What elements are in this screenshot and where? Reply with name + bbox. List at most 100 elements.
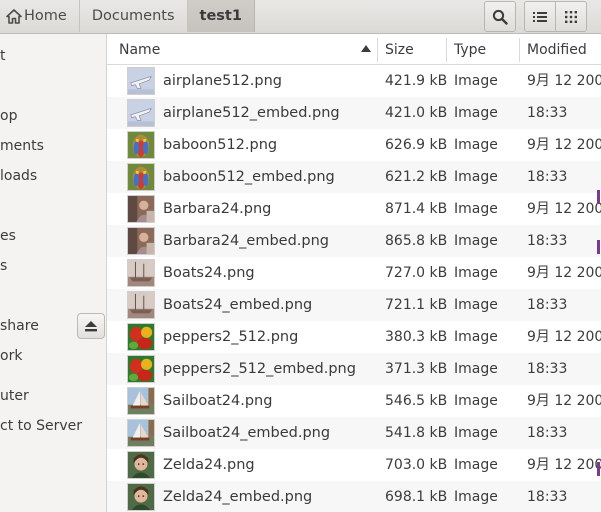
file-name: Barbara24.png (163, 201, 272, 217)
image-thumbnail (127, 355, 155, 383)
file-type: Image (454, 265, 498, 281)
file-name: Boats24_embed.png (163, 297, 313, 313)
breadcrumb: Home Documents test1 (0, 0, 255, 32)
file-row[interactable]: peppers2_512_embed.png 371.3 kB Image 18… (107, 353, 601, 385)
grid-view-button[interactable] (556, 1, 587, 32)
file-size: 621.2 kB (385, 169, 448, 185)
file-size: 865.8 kB (385, 233, 448, 249)
sailboat-thumbnail-image (128, 420, 154, 446)
background-window-edge (597, 462, 600, 476)
file-row[interactable]: Zelda24_embed.png 698.1 kB Image 18:33 (107, 481, 601, 512)
file-row[interactable]: airplane512_embed.png 421.0 kB Image 18:… (107, 97, 601, 129)
column-type[interactable]: Type (454, 34, 486, 64)
file-row[interactable]: Boats24_embed.png 721.1 kB Image 18:33 (107, 289, 601, 321)
sidebar-item-connect-to-server[interactable]: ct to Server (0, 414, 82, 438)
file-type: Image (454, 457, 498, 473)
file-name: peppers2_512.png (163, 329, 299, 345)
file-row[interactable]: Sailboat24.png 546.5 kB Image 9月 12 2008 (107, 385, 601, 417)
sidebar-item-recent[interactable]: t (0, 44, 6, 68)
sidebar-item-desktop[interactable]: op (0, 104, 17, 128)
breadcrumb-home-label: Home (24, 8, 67, 24)
file-modified: 18:33 (527, 233, 568, 249)
file-row[interactable]: Sailboat24_embed.png 541.8 kB Image 18:3… (107, 417, 601, 449)
sidebar-item-network[interactable]: ork (0, 344, 22, 368)
sailboat-thumbnail-image (128, 388, 154, 414)
grid-view-icon (565, 10, 577, 23)
file-name: baboon512_embed.png (163, 169, 335, 185)
file-name: peppers2_512_embed.png (163, 361, 356, 377)
image-thumbnail (127, 291, 155, 319)
boats-thumbnail-image (128, 292, 154, 318)
file-modified: 18:33 (527, 425, 568, 441)
file-row[interactable]: Barbara24_embed.png 865.8 kB Image 18:33 (107, 225, 601, 257)
barbara-thumbnail-image (128, 196, 154, 222)
file-type: Image (454, 201, 498, 217)
image-thumbnail (127, 419, 155, 447)
file-type: Image (454, 393, 498, 409)
sidebar: t op ments loads es s share ork uter ct … (0, 34, 107, 512)
column-separator[interactable] (377, 38, 378, 62)
file-row[interactable]: airplane512.png 421.9 kB Image 9月 12 200… (107, 65, 601, 97)
file-modified: 18:33 (527, 489, 568, 505)
file-size: 727.0 kB (385, 265, 448, 281)
sidebar-item-videos[interactable]: s (0, 254, 7, 278)
sidebar-item-computer[interactable]: uter (0, 384, 29, 408)
eject-button[interactable] (77, 313, 105, 339)
boats-thumbnail-image (128, 260, 154, 286)
breadcrumb-current-folder[interactable]: test1 (187, 0, 255, 32)
file-list: airplane512.png 421.9 kB Image 9月 12 200… (107, 65, 601, 512)
image-thumbnail (127, 227, 155, 255)
image-thumbnail (127, 323, 155, 351)
column-size[interactable]: Size (385, 34, 414, 64)
file-modified: 9月 12 2008 (527, 137, 601, 153)
file-name: Sailboat24_embed.png (163, 425, 331, 441)
file-name: airplane512.png (163, 73, 282, 89)
image-thumbnail (127, 259, 155, 287)
breadcrumb-documents[interactable]: Documents (80, 0, 188, 32)
file-size: 703.0 kB (385, 457, 448, 473)
sort-ascending-icon[interactable] (361, 45, 371, 52)
file-size: 698.1 kB (385, 489, 448, 505)
file-row[interactable]: Barbara24.png 871.4 kB Image 9月 12 2008 (107, 193, 601, 225)
barbara-thumbnail-image (128, 228, 154, 254)
breadcrumb-home[interactable]: Home (0, 0, 80, 32)
file-name: Sailboat24.png (163, 393, 273, 409)
file-row[interactable]: baboon512.png 626.9 kB Image 9月 12 2008 (107, 129, 601, 161)
sidebar-item-documents[interactable]: ments (0, 134, 44, 158)
image-thumbnail (127, 163, 155, 191)
background-window-edge (597, 240, 600, 254)
airplane-thumbnail-image (128, 100, 154, 126)
eject-icon (85, 320, 97, 331)
file-row[interactable]: Boats24.png 727.0 kB Image 9月 12 2008 (107, 257, 601, 289)
sidebar-item-downloads[interactable]: loads (0, 164, 37, 188)
file-size: 546.5 kB (385, 393, 448, 409)
column-separator[interactable] (519, 38, 520, 62)
image-thumbnail (127, 67, 155, 95)
file-name: Barbara24_embed.png (163, 233, 330, 249)
file-row[interactable]: peppers2_512.png 380.3 kB Image 9月 12 20… (107, 321, 601, 353)
list-view-button[interactable] (524, 1, 556, 32)
file-type: Image (454, 489, 498, 505)
file-row[interactable]: baboon512_embed.png 621.2 kB Image 18:33 (107, 161, 601, 193)
column-modified[interactable]: Modified (527, 34, 587, 64)
image-thumbnail (127, 99, 155, 127)
sidebar-item-share[interactable]: share (0, 314, 39, 338)
search-button[interactable] (484, 1, 516, 32)
baboon-thumbnail-image (128, 132, 154, 158)
file-size: 626.9 kB (385, 137, 448, 153)
file-size: 380.3 kB (385, 329, 448, 345)
file-modified: 18:33 (527, 169, 568, 185)
column-name[interactable]: Name (119, 34, 160, 64)
file-modified: 9月 12 2008 (527, 393, 601, 409)
file-name: airplane512_embed.png (163, 105, 340, 121)
sidebar-item-pictures[interactable]: es (0, 224, 16, 248)
column-separator[interactable] (446, 38, 447, 62)
file-name: Zelda24.png (163, 457, 255, 473)
file-row[interactable]: Zelda24.png 703.0 kB Image 9月 12 2008 (107, 449, 601, 481)
file-type: Image (454, 73, 498, 89)
background-window-edge (597, 190, 600, 204)
file-type: Image (454, 137, 498, 153)
file-type: Image (454, 105, 498, 121)
peppers-thumbnail-image (128, 356, 154, 382)
file-size: 871.4 kB (385, 201, 448, 217)
